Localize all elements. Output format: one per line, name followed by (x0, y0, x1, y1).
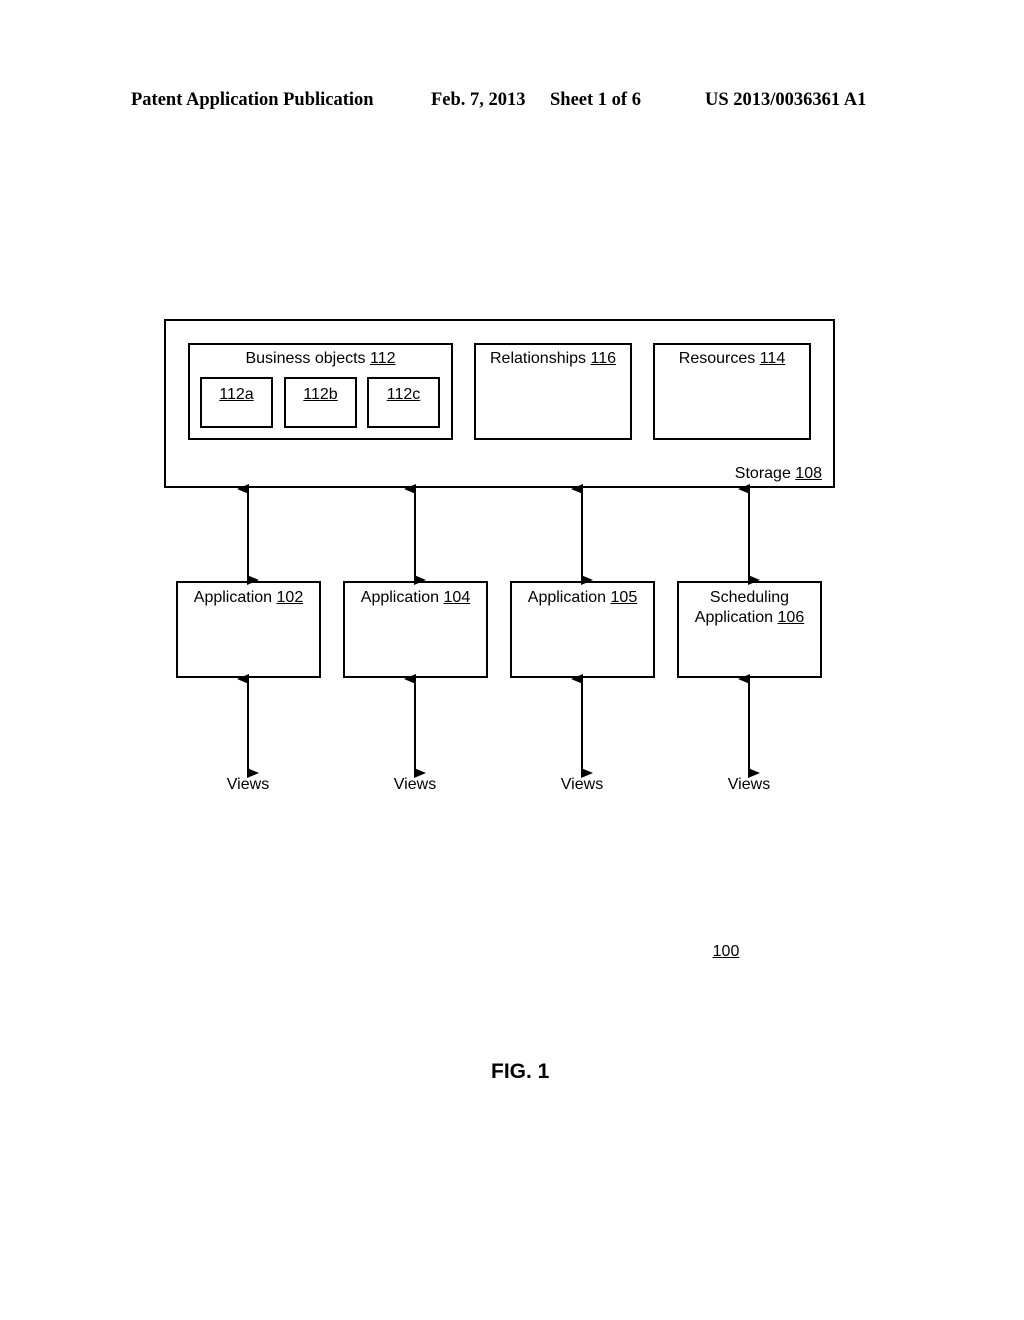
relationships-ref: 116 (590, 350, 617, 367)
scheduling-application-106-ref: 106 (777, 609, 805, 626)
application-102-label: Application 102 (193, 589, 304, 606)
views-label-2: Views (393, 776, 437, 793)
application-102-ref: 102 (276, 589, 304, 606)
business-objects-ref: 112 (370, 350, 396, 367)
storage-ref: 108 (795, 465, 822, 482)
application-104-label: Application 104 (360, 589, 471, 606)
resources-ref: 114 (759, 350, 786, 367)
system-ref: 100 (712, 943, 740, 960)
figure-label: FIG. 1 (491, 1060, 550, 1083)
scheduling-application-106-label: Scheduling Application 106 (677, 588, 822, 628)
application-104-ref: 104 (443, 589, 471, 606)
business-object-112b-label: 112b (303, 386, 338, 403)
business-objects-label: Business objects 112 (245, 350, 396, 367)
patent-number: US 2013/0036361 A1 (705, 90, 867, 110)
views-label-3: Views (560, 776, 604, 793)
application-105-label: Application 105 (527, 589, 638, 606)
publication-date: Feb. 7, 2013 (431, 90, 526, 110)
business-object-112c-label: 112c (386, 386, 421, 403)
publication-title: Patent Application Publication (131, 90, 374, 110)
storage-label: Storage 108 (734, 465, 822, 482)
application-105-ref: 105 (610, 589, 638, 606)
relationships-label: Relationships 116 (489, 350, 617, 367)
resources-label: Resources 114 (678, 350, 786, 367)
scheduling-prefix: Scheduling (709, 589, 790, 606)
sheet-number: Sheet 1 of 6 (550, 90, 641, 110)
business-object-112a-label: 112a (219, 386, 254, 403)
views-label-1: Views (226, 776, 270, 793)
views-label-4: Views (727, 776, 771, 793)
